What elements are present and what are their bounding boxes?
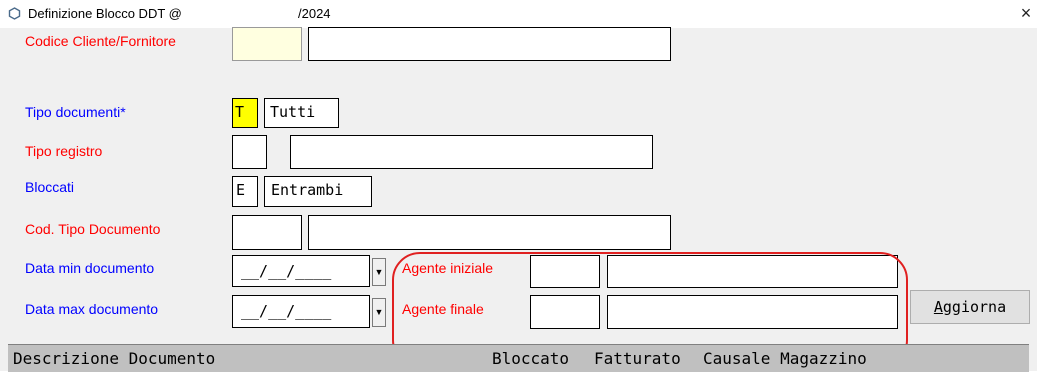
tipo-documenti-label: Tipo documenti* bbox=[25, 104, 126, 120]
tipo-documenti-desc-field: Tutti bbox=[264, 98, 339, 128]
form-area: Codice Cliente/Fornitore Tipo documenti*… bbox=[0, 27, 1037, 372]
hexagon-icon bbox=[8, 7, 21, 20]
bloccati-label: Bloccati bbox=[25, 179, 75, 195]
data-max-input[interactable]: __/__/____ bbox=[232, 295, 370, 328]
tipo-registro-code-input[interactable] bbox=[232, 135, 267, 169]
column-header-causale[interactable]: Causale Magazzino bbox=[703, 349, 1003, 368]
window-title-year: /2024 bbox=[298, 6, 331, 21]
codice-cliente-label: Codice Cliente/Fornitore bbox=[25, 33, 176, 49]
chevron-down-icon[interactable]: ▼ bbox=[372, 258, 386, 286]
cod-tipo-documento-desc-input[interactable] bbox=[308, 215, 671, 250]
window-title: Definizione Blocco DDT @ bbox=[28, 6, 182, 21]
codice-cliente-desc-input[interactable] bbox=[308, 27, 671, 61]
aggiorna-button-label: Aggiorna bbox=[933, 298, 1007, 316]
table-header: Descrizione Documento Bloccato Fatturato… bbox=[8, 344, 1029, 372]
cod-tipo-documento-label: Cod. Tipo Documento bbox=[25, 221, 161, 237]
data-min-input[interactable]: __/__/____ bbox=[232, 255, 370, 287]
data-max-label: Data max documento bbox=[25, 301, 159, 317]
bloccati-desc-field: Entrambi bbox=[264, 176, 372, 207]
tipo-registro-label: Tipo registro bbox=[25, 143, 103, 159]
column-header-bloccato[interactable]: Bloccato bbox=[492, 349, 589, 368]
cod-tipo-documento-code-input[interactable] bbox=[232, 215, 302, 250]
tipo-documenti-code-input[interactable]: T bbox=[232, 98, 258, 128]
codice-cliente-code-input[interactable] bbox=[232, 27, 302, 61]
chevron-down-icon[interactable]: ▼ bbox=[372, 298, 386, 327]
column-header-fatturato[interactable]: Fatturato bbox=[594, 349, 699, 368]
aggiorna-button[interactable]: Aggiorna bbox=[910, 290, 1030, 324]
data-min-label: Data min documento bbox=[25, 260, 155, 276]
close-icon[interactable]: × bbox=[1017, 3, 1035, 23]
title-bar: Definizione Blocco DDT @ /2024 × bbox=[0, 0, 1037, 29]
bloccati-code-input[interactable]: E bbox=[232, 176, 258, 207]
tipo-registro-desc-input[interactable] bbox=[290, 135, 653, 169]
column-header-descrizione[interactable]: Descrizione Documento bbox=[13, 349, 483, 368]
